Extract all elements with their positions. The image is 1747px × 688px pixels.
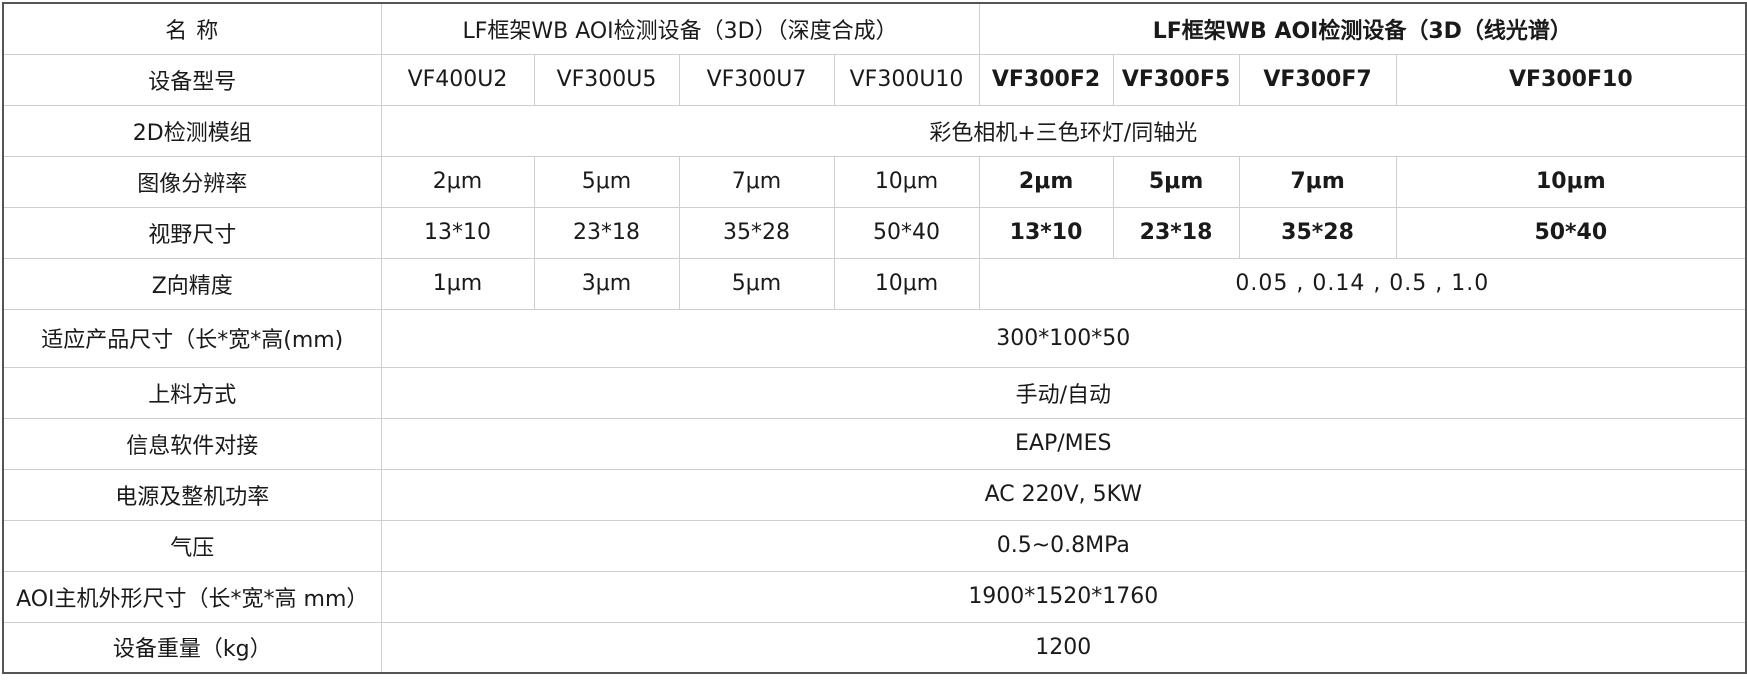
model-cell: VF300F10 — [1395, 53, 1747, 106]
model-cell: VF300U7 — [678, 53, 835, 106]
model-cell: VF300U10 — [833, 53, 980, 106]
power-row: 电源及整机功率 AC 220V, 5KW — [2, 468, 1747, 521]
fov-label: 视野尺寸 — [2, 206, 382, 259]
resolution-cell: 2μm — [380, 155, 535, 208]
power-label: 电源及整机功率 — [2, 468, 382, 521]
host-size-label: AOI主机外形尺寸（长*宽*高 mm） — [2, 570, 382, 623]
resolution-cell: 5μm — [533, 155, 680, 208]
z-accuracy-cell: 10μm — [833, 257, 980, 310]
fov-cell: 35*28 — [678, 206, 835, 259]
software-row: 信息软件对接 EAP/MES — [2, 417, 1747, 470]
model-label: 设备型号 — [2, 53, 382, 106]
weight-row: 设备重量（kg） 1200 — [2, 621, 1747, 674]
model-cell: VF300F5 — [1112, 53, 1240, 106]
software-label: 信息软件对接 — [2, 417, 382, 470]
product-size-value: 300*100*50 — [380, 308, 1747, 368]
model-row: 设备型号 VF400U2 VF300U5 VF300U7 VF300U10 VF… — [2, 53, 1747, 106]
model-cell: VF400U2 — [380, 53, 535, 106]
resolution-label: 图像分辨率 — [2, 155, 382, 208]
z-accuracy-cell: 5μm — [678, 257, 835, 310]
product-size-label: 适应产品尺寸（长*宽*高(mm) — [2, 308, 382, 368]
model-cell: VF300U5 — [533, 53, 680, 106]
fov-cell: 50*40 — [833, 206, 980, 259]
module-row: 2D检测模组 彩色相机+三色环灯/同轴光 — [2, 104, 1747, 157]
pressure-label: 气压 — [2, 519, 382, 572]
z-accuracy-cell: 1μm — [380, 257, 535, 310]
spec-table: 名 称 LF框架WB AOI检测设备（3D）（深度合成） LF框架WB AOI检… — [2, 2, 1747, 674]
loading-label: 上料方式 — [2, 366, 382, 419]
loading-row: 上料方式 手动/自动 — [2, 366, 1747, 419]
fov-cell: 13*10 — [380, 206, 535, 259]
fov-cell: 23*18 — [1112, 206, 1240, 259]
resolution-cell: 10μm — [833, 155, 980, 208]
header-group-depth: LF框架WB AOI检测设备（3D）（深度合成） — [380, 2, 980, 55]
z-accuracy-row: Z向精度 1μm 3μm 5μm 10μm 0.05 , 0.14 , 0.5 … — [2, 257, 1747, 310]
host-size-value: 1900*1520*1760 — [380, 570, 1747, 623]
product-size-row: 适应产品尺寸（长*宽*高(mm) 300*100*50 — [2, 308, 1747, 368]
model-cell: VF300F7 — [1238, 53, 1397, 106]
power-value: AC 220V, 5KW — [380, 468, 1747, 521]
module-value: 彩色相机+三色环灯/同轴光 — [380, 104, 1747, 157]
header-group-line: LF框架WB AOI检测设备（3D（线光谱） — [978, 2, 1747, 55]
weight-value: 1200 — [380, 621, 1747, 674]
weight-label: 设备重量（kg） — [2, 621, 382, 674]
pressure-value: 0.5~0.8MPa — [380, 519, 1747, 572]
resolution-cell: 7μm — [1238, 155, 1397, 208]
module-label: 2D检测模组 — [2, 104, 382, 157]
resolution-cell: 10μm — [1395, 155, 1747, 208]
pressure-row: 气压 0.5~0.8MPa — [2, 519, 1747, 572]
host-size-row: AOI主机外形尺寸（长*宽*高 mm） 1900*1520*1760 — [2, 570, 1747, 623]
resolution-cell: 2μm — [978, 155, 1114, 208]
software-value: EAP/MES — [380, 417, 1747, 470]
resolution-cell: 7μm — [678, 155, 835, 208]
fov-cell: 50*40 — [1395, 206, 1747, 259]
fov-cell: 35*28 — [1238, 206, 1397, 259]
header-label: 名 称 — [2, 2, 382, 55]
fov-cell: 23*18 — [533, 206, 680, 259]
resolution-row: 图像分辨率 2μm 5μm 7μm 10μm 2μm 5μm 7μm 10μm — [2, 155, 1747, 208]
z-accuracy-line-value: 0.05 , 0.14 , 0.5 , 1.0 — [978, 257, 1747, 310]
z-accuracy-cell: 3μm — [533, 257, 680, 310]
fov-cell: 13*10 — [978, 206, 1114, 259]
resolution-cell: 5μm — [1112, 155, 1240, 208]
fov-row: 视野尺寸 13*10 23*18 35*28 50*40 13*10 23*18… — [2, 206, 1747, 259]
loading-value: 手动/自动 — [380, 366, 1747, 419]
z-accuracy-label: Z向精度 — [2, 257, 382, 310]
header-row: 名 称 LF框架WB AOI检测设备（3D）（深度合成） LF框架WB AOI检… — [2, 2, 1747, 55]
model-cell: VF300F2 — [978, 53, 1114, 106]
